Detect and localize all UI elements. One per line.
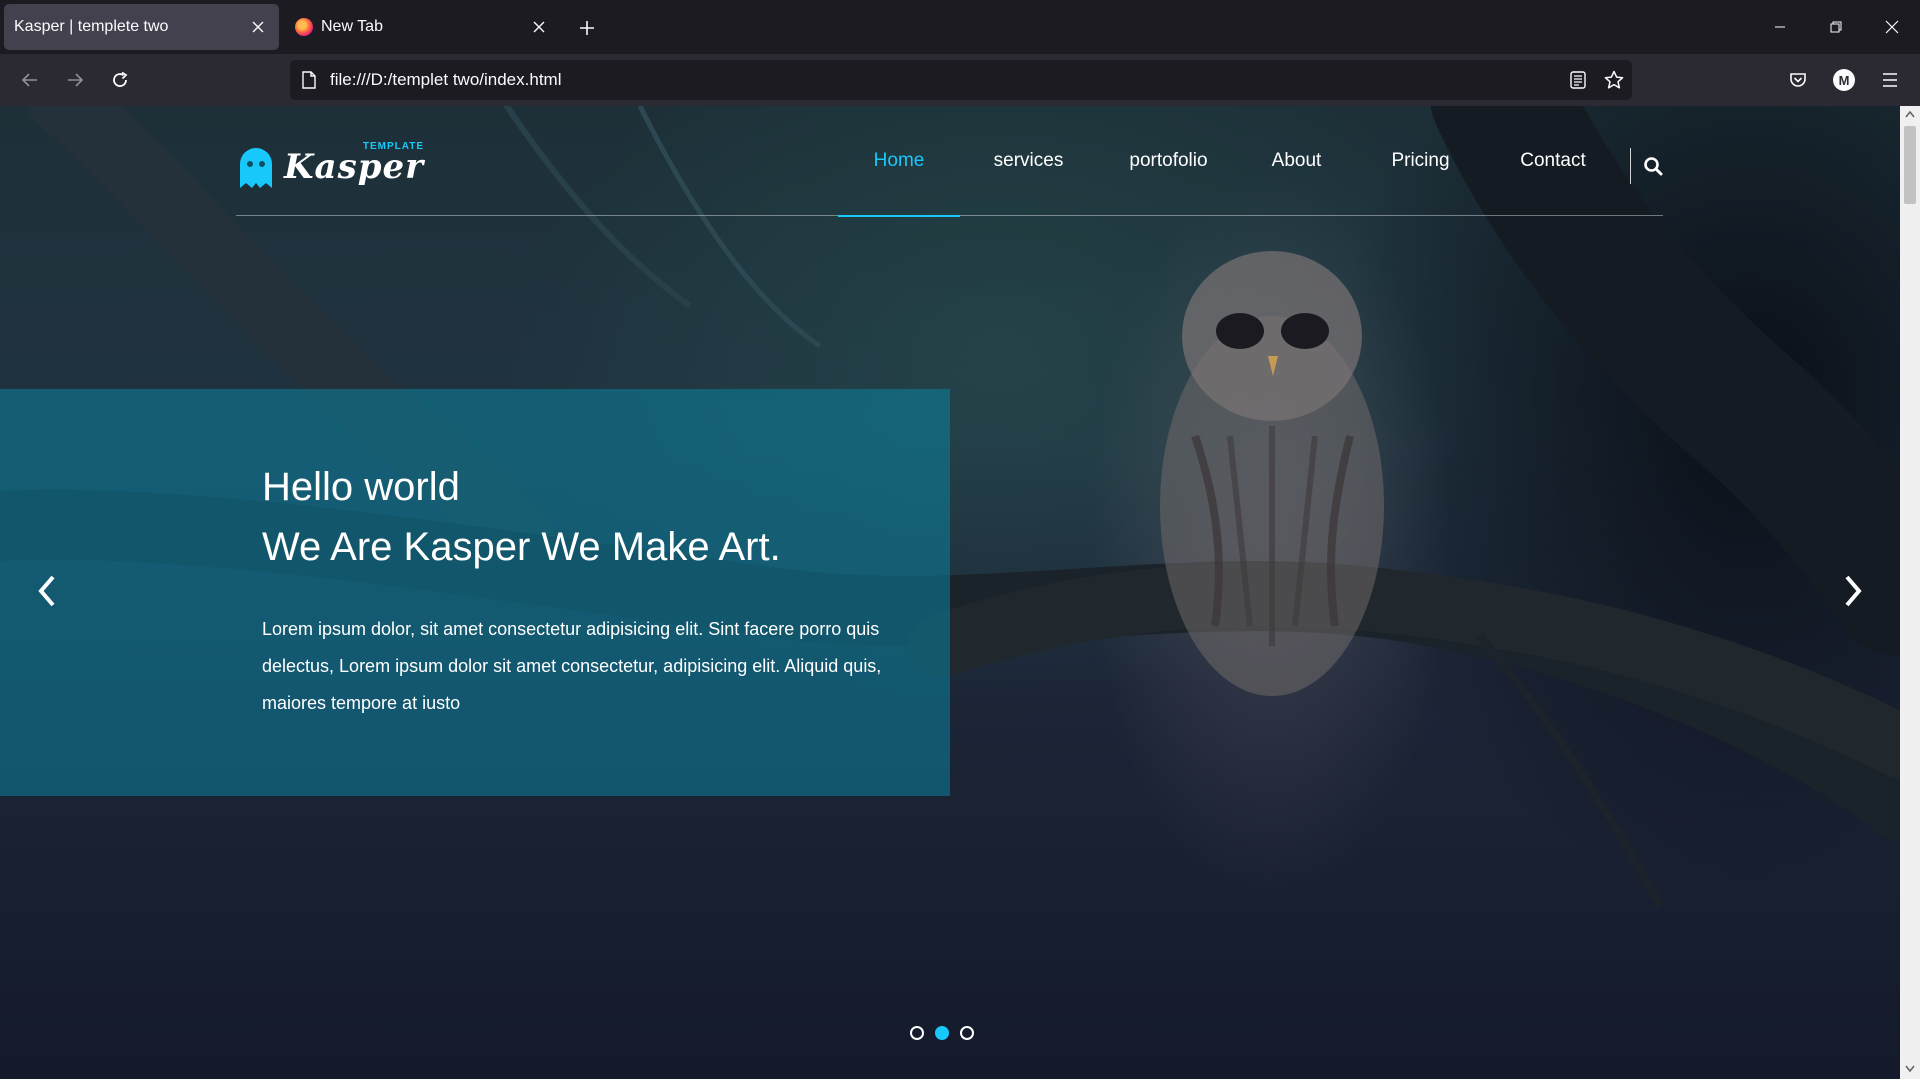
page-scrollbar[interactable] xyxy=(1900,106,1920,1079)
hero-text-box: Hello world We Are Kasper We Make Art. L… xyxy=(0,389,950,796)
hero-heading-line2: We Are Kasper We Make Art. xyxy=(262,525,781,569)
nav-services[interactable]: services xyxy=(960,106,1097,216)
nav-divider xyxy=(1630,148,1631,184)
tab-new-tab[interactable]: New Tab xyxy=(285,4,560,50)
hero-heading: Hello world We Are Kasper We Make Art. xyxy=(262,457,781,577)
minimize-button[interactable] xyxy=(1752,0,1808,54)
account-button[interactable]: M xyxy=(1826,62,1862,98)
slider-bullet[interactable] xyxy=(910,1026,924,1040)
menu-icon[interactable] xyxy=(1872,62,1908,98)
ghost-logo-icon xyxy=(240,148,272,188)
hero-paragraph: Lorem ipsum dolor, sit amet consectetur … xyxy=(262,619,882,713)
search-icon[interactable] xyxy=(1640,148,1666,184)
tab-kasper[interactable]: Kasper | templete two xyxy=(4,4,279,50)
hero-heading-line1: Hello world xyxy=(262,465,460,509)
scrollbar-thumb[interactable] xyxy=(1904,126,1916,204)
scroll-up-icon[interactable] xyxy=(1900,106,1920,124)
slider-bullet-active[interactable] xyxy=(935,1026,949,1040)
avatar: M xyxy=(1833,69,1855,91)
bookmark-star-icon[interactable] xyxy=(1596,62,1632,98)
close-tab-icon[interactable] xyxy=(526,14,552,40)
nav-home[interactable]: Home xyxy=(838,106,960,217)
site-header: TEMPLATE Kasper Home services portofolio… xyxy=(236,106,1666,217)
main-nav: Home services portofolio About Pricing C… xyxy=(838,106,1618,217)
logo-wordmark: TEMPLATE Kasper xyxy=(284,141,425,187)
close-window-button[interactable] xyxy=(1864,0,1920,54)
close-tab-icon[interactable] xyxy=(245,14,271,40)
slider-bullets xyxy=(910,1026,974,1040)
nav-contact[interactable]: Contact xyxy=(1488,106,1618,216)
page-icon xyxy=(300,70,318,90)
scroll-down-icon[interactable] xyxy=(1900,1061,1920,1079)
chevron-right-icon[interactable] xyxy=(1833,566,1873,616)
logo-script: Kasper xyxy=(284,147,425,187)
address-bar[interactable]: file:///D:/templet two/index.html xyxy=(290,60,1632,100)
page-viewport: TEMPLATE Kasper Home services portofolio… xyxy=(0,106,1900,1079)
reload-icon[interactable] xyxy=(102,62,138,98)
site-logo[interactable]: TEMPLATE Kasper xyxy=(236,141,425,192)
nav-about[interactable]: About xyxy=(1240,106,1353,216)
tab-strip: Kasper | templete two New Tab xyxy=(0,0,1920,54)
back-icon[interactable] xyxy=(12,62,48,98)
nav-portfolio[interactable]: portofolio xyxy=(1097,106,1240,216)
browser-toolbar: file:///D:/templet two/index.html M xyxy=(0,54,1920,106)
owl-illustration xyxy=(1160,251,1384,696)
chevron-left-icon[interactable] xyxy=(27,566,67,616)
restore-button[interactable] xyxy=(1808,0,1864,54)
url-text[interactable]: file:///D:/templet two/index.html xyxy=(330,70,1560,90)
forward-icon[interactable] xyxy=(57,62,93,98)
new-tab-button[interactable] xyxy=(572,12,602,42)
slider-bullet[interactable] xyxy=(960,1026,974,1040)
tab-title: Kasper | templete two xyxy=(14,18,169,35)
reader-view-icon[interactable] xyxy=(1560,62,1596,98)
logo-tagline: TEMPLATE xyxy=(362,141,425,152)
pocket-icon[interactable] xyxy=(1780,62,1816,98)
nav-pricing[interactable]: Pricing xyxy=(1353,106,1488,216)
firefox-icon xyxy=(295,18,313,36)
tab-title: New Tab xyxy=(321,18,383,35)
